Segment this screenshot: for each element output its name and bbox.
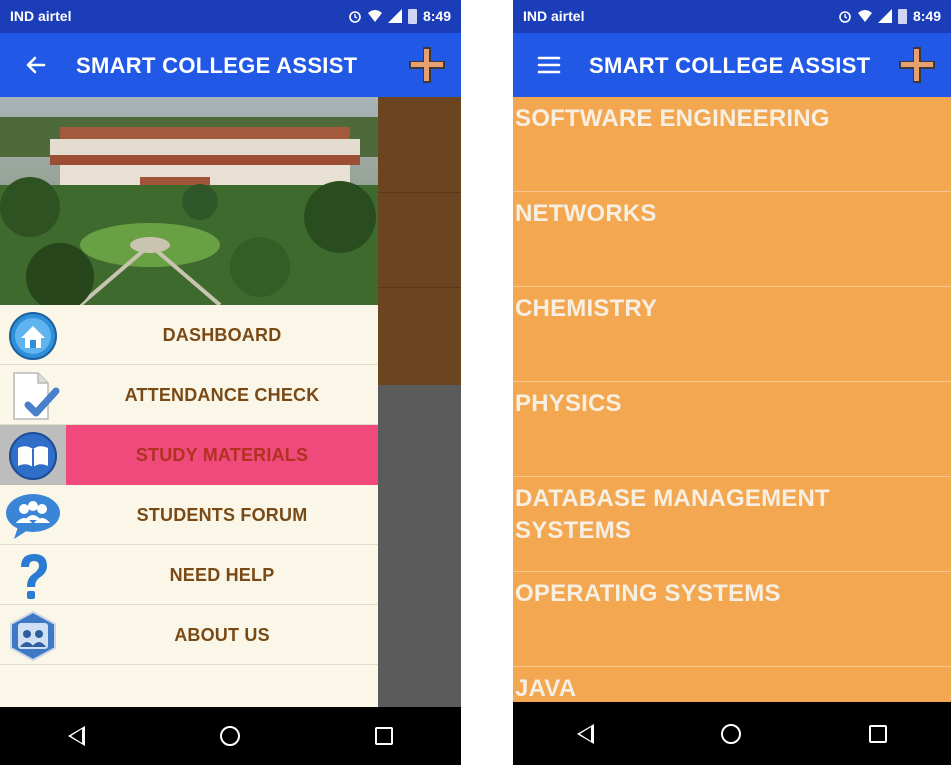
drawer-item-label: DASHBOARD: [162, 325, 282, 345]
subject-item-networks[interactable]: NETWORKS: [513, 192, 951, 287]
nav-back-icon[interactable]: [67, 726, 85, 746]
app-title: SMART COLLEGE ASSIST: [589, 53, 871, 78]
subject-item-database-management-systems[interactable]: DATABASE MANAGEMENT SYSTEMS: [513, 477, 951, 572]
nav-home-icon[interactable]: [721, 723, 742, 744]
alarm-icon: [349, 11, 361, 23]
wifi-icon: [367, 10, 382, 22]
drawer-item-label: NEED HELP: [169, 565, 275, 585]
drawer-item-study-materials[interactable]: STUDY MATERIALS: [0, 425, 378, 485]
add-plus-icon[interactable]: [409, 47, 445, 83]
drawer-item-label: ATTENDANCE CHECK: [124, 385, 320, 405]
battery-icon: [407, 8, 417, 24]
drawer-item-label: STUDY MATERIALS: [135, 445, 309, 465]
question-mark-icon: [21, 554, 47, 599]
back-arrow-icon[interactable]: [20, 49, 52, 81]
subject-label: PHYSICS: [515, 390, 622, 417]
drawer-item-label: STUDENTS FORUM: [136, 505, 308, 525]
home-icon: [9, 312, 57, 360]
subject-item-operating-systems[interactable]: OPERATING SYSTEMS: [513, 572, 951, 667]
drawer-item-about-us[interactable]: ABOUT US: [0, 605, 378, 665]
status-bar: IND airtel 8:49: [0, 0, 461, 33]
nav-home-icon[interactable]: [219, 726, 240, 746]
navigation-drawer: DASHBOARD ATTENDANCE CHECK STUDY MATERIA…: [0, 97, 378, 707]
nav-recents-icon[interactable]: [869, 724, 888, 743]
add-plus-icon[interactable]: [899, 47, 935, 83]
subject-label: JAVA: [515, 675, 577, 702]
clock-time: 8:49: [422, 8, 451, 24]
document-check-icon: [13, 372, 60, 420]
battery-icon: [897, 8, 907, 24]
nav-recents-icon[interactable]: [375, 727, 394, 745]
app-bar: SMART COLLEGE ASSIST: [0, 33, 461, 97]
subject-item-software-engineering[interactable]: SOFTWARE ENGINEERING: [513, 97, 951, 192]
subject-item-chemistry[interactable]: CHEMISTRY: [513, 287, 951, 382]
drawer-item-label: ABOUT US: [174, 625, 270, 645]
app-title: SMART COLLEGE ASSIST: [76, 53, 358, 78]
carrier-label: IND airtel: [523, 8, 585, 24]
carrier-label: IND airtel: [10, 8, 72, 24]
group-chat-icon: [6, 494, 60, 539]
subject-label: SOFTWARE ENGINEERING: [515, 105, 830, 132]
subject-label: OPERATING SYSTEMS: [515, 580, 781, 607]
drawer-item-students-forum[interactable]: STUDENTS FORUM: [0, 485, 378, 545]
subject-label: DATABASE MANAGEMENT SYSTEMS: [515, 485, 830, 544]
app-bar: SMART COLLEGE ASSIST: [513, 33, 951, 97]
drawer-item-need-help[interactable]: NEED HELP: [0, 545, 378, 605]
nav-back-icon[interactable]: [576, 723, 594, 744]
main-content-behind-drawer: [378, 97, 461, 385]
phone-screen-left: IND airtel 8:49 SMART COLLEGE ASSIST DAS…: [0, 0, 461, 765]
book-icon: [9, 432, 57, 480]
subject-label: NETWORKS: [515, 200, 657, 227]
wifi-icon: [857, 10, 872, 22]
status-bar: IND airtel 8:49: [513, 0, 951, 33]
subject-label: CHEMISTRY: [515, 295, 658, 322]
signal-icon: [387, 9, 402, 23]
college-campus-photo: [0, 97, 378, 305]
hamburger-menu-icon[interactable]: [533, 49, 565, 81]
drawer-item-dashboard[interactable]: DASHBOARD: [0, 305, 378, 365]
system-nav-bar: [513, 702, 951, 765]
signal-roaming-icon: [877, 9, 892, 23]
drawer-item-attendance-check[interactable]: ATTENDANCE CHECK: [0, 365, 378, 425]
about-users-icon: [10, 611, 56, 661]
subject-item-physics[interactable]: PHYSICS: [513, 382, 951, 477]
system-nav-bar: [0, 707, 461, 765]
clock-time: 8:49: [912, 8, 941, 24]
phone-screen-right: IND airtel 8:49 SMART COLLEGE ASSIST SOF…: [513, 0, 951, 765]
alarm-icon: [839, 11, 851, 23]
